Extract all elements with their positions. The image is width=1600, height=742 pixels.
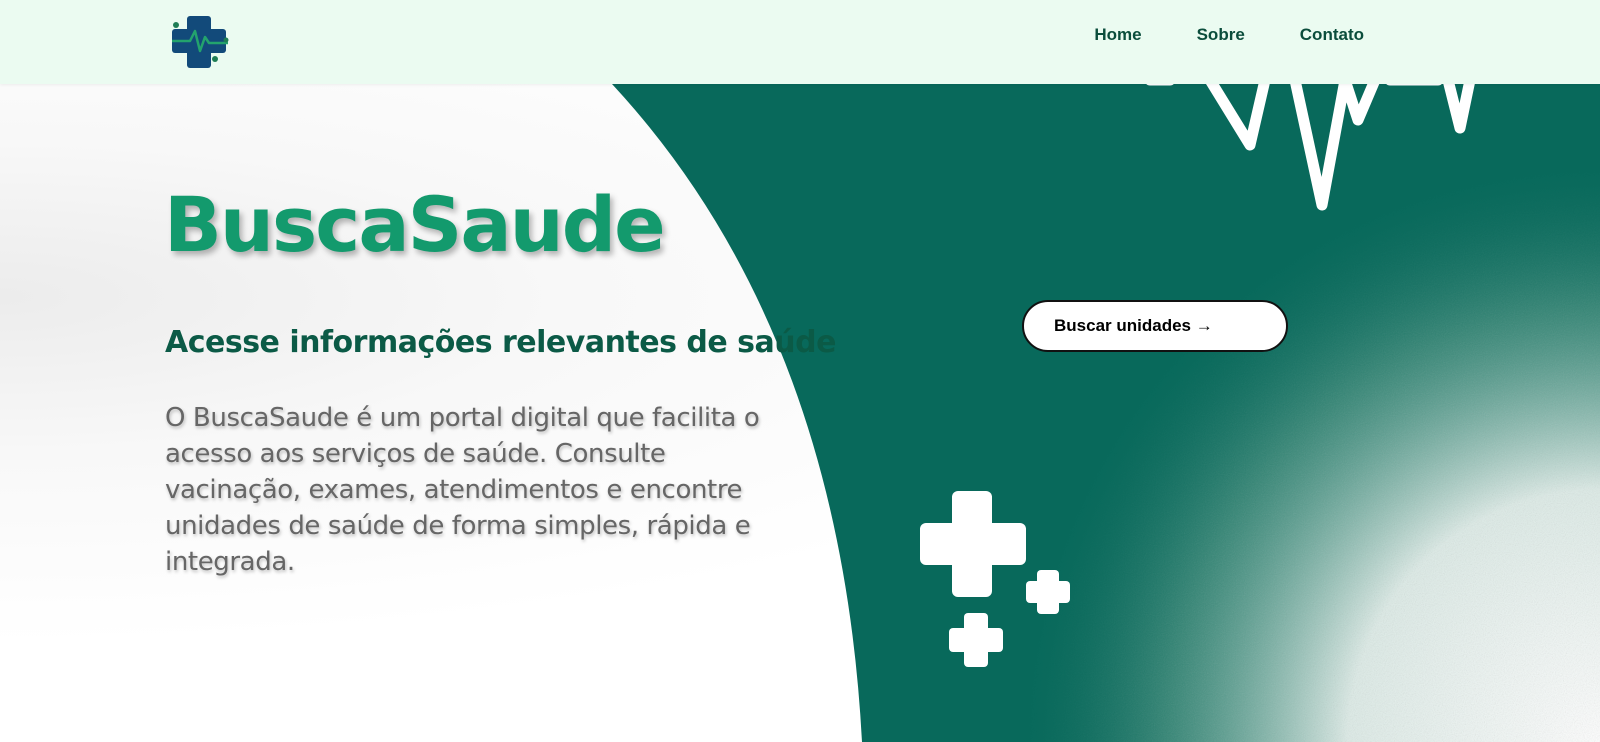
page: Home Sobre Contato BuscaSaude Acesse inf… — [0, 0, 1600, 742]
medical-cross-heartbeat-icon[interactable] — [170, 13, 230, 71]
main-nav: Home Sobre Contato — [1039, 24, 1364, 46]
hero-description: O BuscaSaude é um portal digital que fac… — [165, 403, 760, 577]
hero-title: BuscaSaude — [164, 180, 666, 269]
medical-crosses-decoration — [920, 491, 1070, 667]
search-units-button[interactable]: Buscar unidades → — [1022, 300, 1288, 352]
nav-link-sobre[interactable]: Sobre — [1197, 24, 1245, 46]
hero-subtitle: Acesse informações relevantes de saúde — [165, 325, 836, 360]
nav-link-contato[interactable]: Contato — [1300, 24, 1364, 46]
nav-link-home[interactable]: Home — [1094, 24, 1141, 46]
heartbeat-line-decoration — [1144, 74, 1476, 211]
navbar: Home Sobre Contato — [0, 0, 1600, 84]
